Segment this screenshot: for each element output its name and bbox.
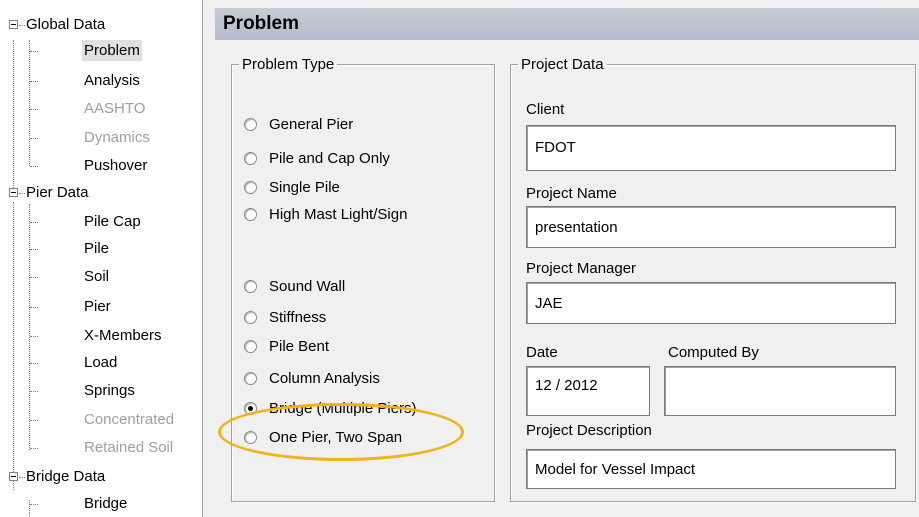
tree-item-label: Load bbox=[84, 354, 118, 371]
project-description-field[interactable] bbox=[526, 449, 896, 489]
tree-item-concentrated: Concentrated bbox=[0, 409, 200, 430]
project-manager-field[interactable] bbox=[526, 282, 896, 324]
main-panel: Problem Problem Type General Pier Pile a… bbox=[203, 0, 919, 517]
project-data-legend: Project Data bbox=[521, 56, 604, 73]
radio-button-icon[interactable] bbox=[244, 152, 257, 165]
tree-item-aashto: AASHTO bbox=[0, 98, 200, 119]
radio-label: One Pier, Two Span bbox=[269, 429, 403, 446]
tree-item-label: Pile Cap bbox=[84, 213, 141, 230]
project-name-field[interactable] bbox=[526, 206, 896, 248]
tree-node-label: Global Data bbox=[26, 16, 106, 33]
radio-button-icon[interactable] bbox=[244, 181, 257, 194]
tree-item-soil[interactable]: Soil bbox=[0, 266, 200, 287]
tree-node-label: Pier Data bbox=[26, 184, 89, 201]
tree-item-pushover[interactable]: Pushover bbox=[0, 155, 200, 176]
tree-item-pier[interactable]: Pier bbox=[0, 296, 200, 317]
page-title-bar: Problem bbox=[215, 8, 919, 40]
tree-item-label: Dynamics bbox=[84, 129, 150, 146]
tree-item-label: Concentrated bbox=[84, 411, 175, 428]
radio-label: Sound Wall bbox=[269, 278, 346, 295]
date-label: Date bbox=[526, 344, 558, 361]
tree-item-label: Pile bbox=[84, 240, 110, 257]
date-field[interactable] bbox=[526, 366, 650, 416]
tree-item-dynamics: Dynamics bbox=[0, 127, 200, 148]
tree-item-x-members[interactable]: X-Members bbox=[0, 325, 200, 346]
radio-label: High Mast Light/Sign bbox=[269, 206, 408, 223]
radio-label: General Pier bbox=[269, 116, 354, 133]
radio-button-icon[interactable] bbox=[244, 311, 257, 324]
tree-item-label: Pier bbox=[84, 298, 111, 315]
tree-item-label: Problem bbox=[82, 40, 142, 61]
radio-label: Single Pile bbox=[269, 179, 340, 196]
radio-label: Pile Bent bbox=[269, 338, 330, 355]
project-manager-label: Project Manager bbox=[526, 260, 637, 277]
tree-item-springs[interactable]: Springs bbox=[0, 380, 200, 401]
radio-button-icon[interactable] bbox=[244, 280, 257, 293]
computed-by-field[interactable] bbox=[664, 366, 896, 416]
project-name-label: Project Name bbox=[526, 185, 617, 202]
problem-type-group: Problem Type General Pier Pile and Cap O… bbox=[231, 56, 495, 502]
radio-button-icon[interactable] bbox=[244, 208, 257, 221]
tree-node-global-data[interactable]: Global Data bbox=[0, 14, 200, 35]
tree-item-analysis[interactable]: Analysis bbox=[0, 70, 200, 91]
tree-item-pile-cap[interactable]: Pile Cap bbox=[0, 211, 200, 232]
tree-item-label: Soil bbox=[84, 268, 110, 285]
tree-item-pile[interactable]: Pile bbox=[0, 238, 200, 259]
client-label: Client bbox=[526, 101, 565, 118]
radio-button-icon[interactable] bbox=[244, 431, 257, 444]
tree-item-label: Analysis bbox=[84, 72, 140, 89]
radio-label: Stiffness bbox=[269, 309, 327, 326]
page-title: Problem bbox=[223, 13, 300, 34]
tree-node-pier-data[interactable]: Pier Data bbox=[0, 182, 200, 203]
tree-item-retained-soil: Retained Soil bbox=[0, 437, 200, 458]
tree-item-bridge[interactable]: Bridge bbox=[0, 493, 200, 514]
tree-item-label: X-Members bbox=[84, 327, 162, 344]
collapse-icon[interactable] bbox=[9, 20, 18, 29]
radio-button-icon[interactable] bbox=[244, 340, 257, 353]
tree-item-problem[interactable]: Problem bbox=[0, 40, 200, 61]
tree-item-label: Pushover bbox=[84, 157, 148, 174]
tree-node-bridge-data[interactable]: Bridge Data bbox=[0, 466, 200, 487]
radio-label: Pile and Cap Only bbox=[269, 150, 390, 167]
tree-node-label: Bridge Data bbox=[26, 468, 106, 485]
navigation-tree: Global Data Problem Analysis AASHTO Dyna… bbox=[0, 0, 203, 517]
radio-label: Bridge (Multiple Piers) bbox=[269, 400, 417, 417]
computed-by-label: Computed By bbox=[668, 344, 759, 361]
tree-item-label: AASHTO bbox=[84, 100, 146, 117]
collapse-icon[interactable] bbox=[9, 472, 18, 481]
radio-label: Column Analysis bbox=[269, 370, 380, 387]
tree-item-label: Bridge bbox=[84, 495, 128, 512]
tree-item-label: Retained Soil bbox=[84, 439, 174, 456]
collapse-icon[interactable] bbox=[9, 188, 18, 197]
project-data-group: Project Data Client Project Name Project… bbox=[510, 56, 916, 502]
radio-button-icon[interactable] bbox=[244, 118, 257, 131]
problem-type-legend: Problem Type bbox=[242, 56, 335, 73]
radio-button-icon[interactable] bbox=[244, 372, 257, 385]
tree-item-label: Springs bbox=[84, 382, 135, 399]
client-field[interactable] bbox=[526, 125, 896, 171]
radio-button-selected-icon[interactable] bbox=[244, 402, 257, 415]
project-description-label: Project Description bbox=[526, 422, 652, 439]
tree-item-load[interactable]: Load bbox=[0, 352, 200, 373]
